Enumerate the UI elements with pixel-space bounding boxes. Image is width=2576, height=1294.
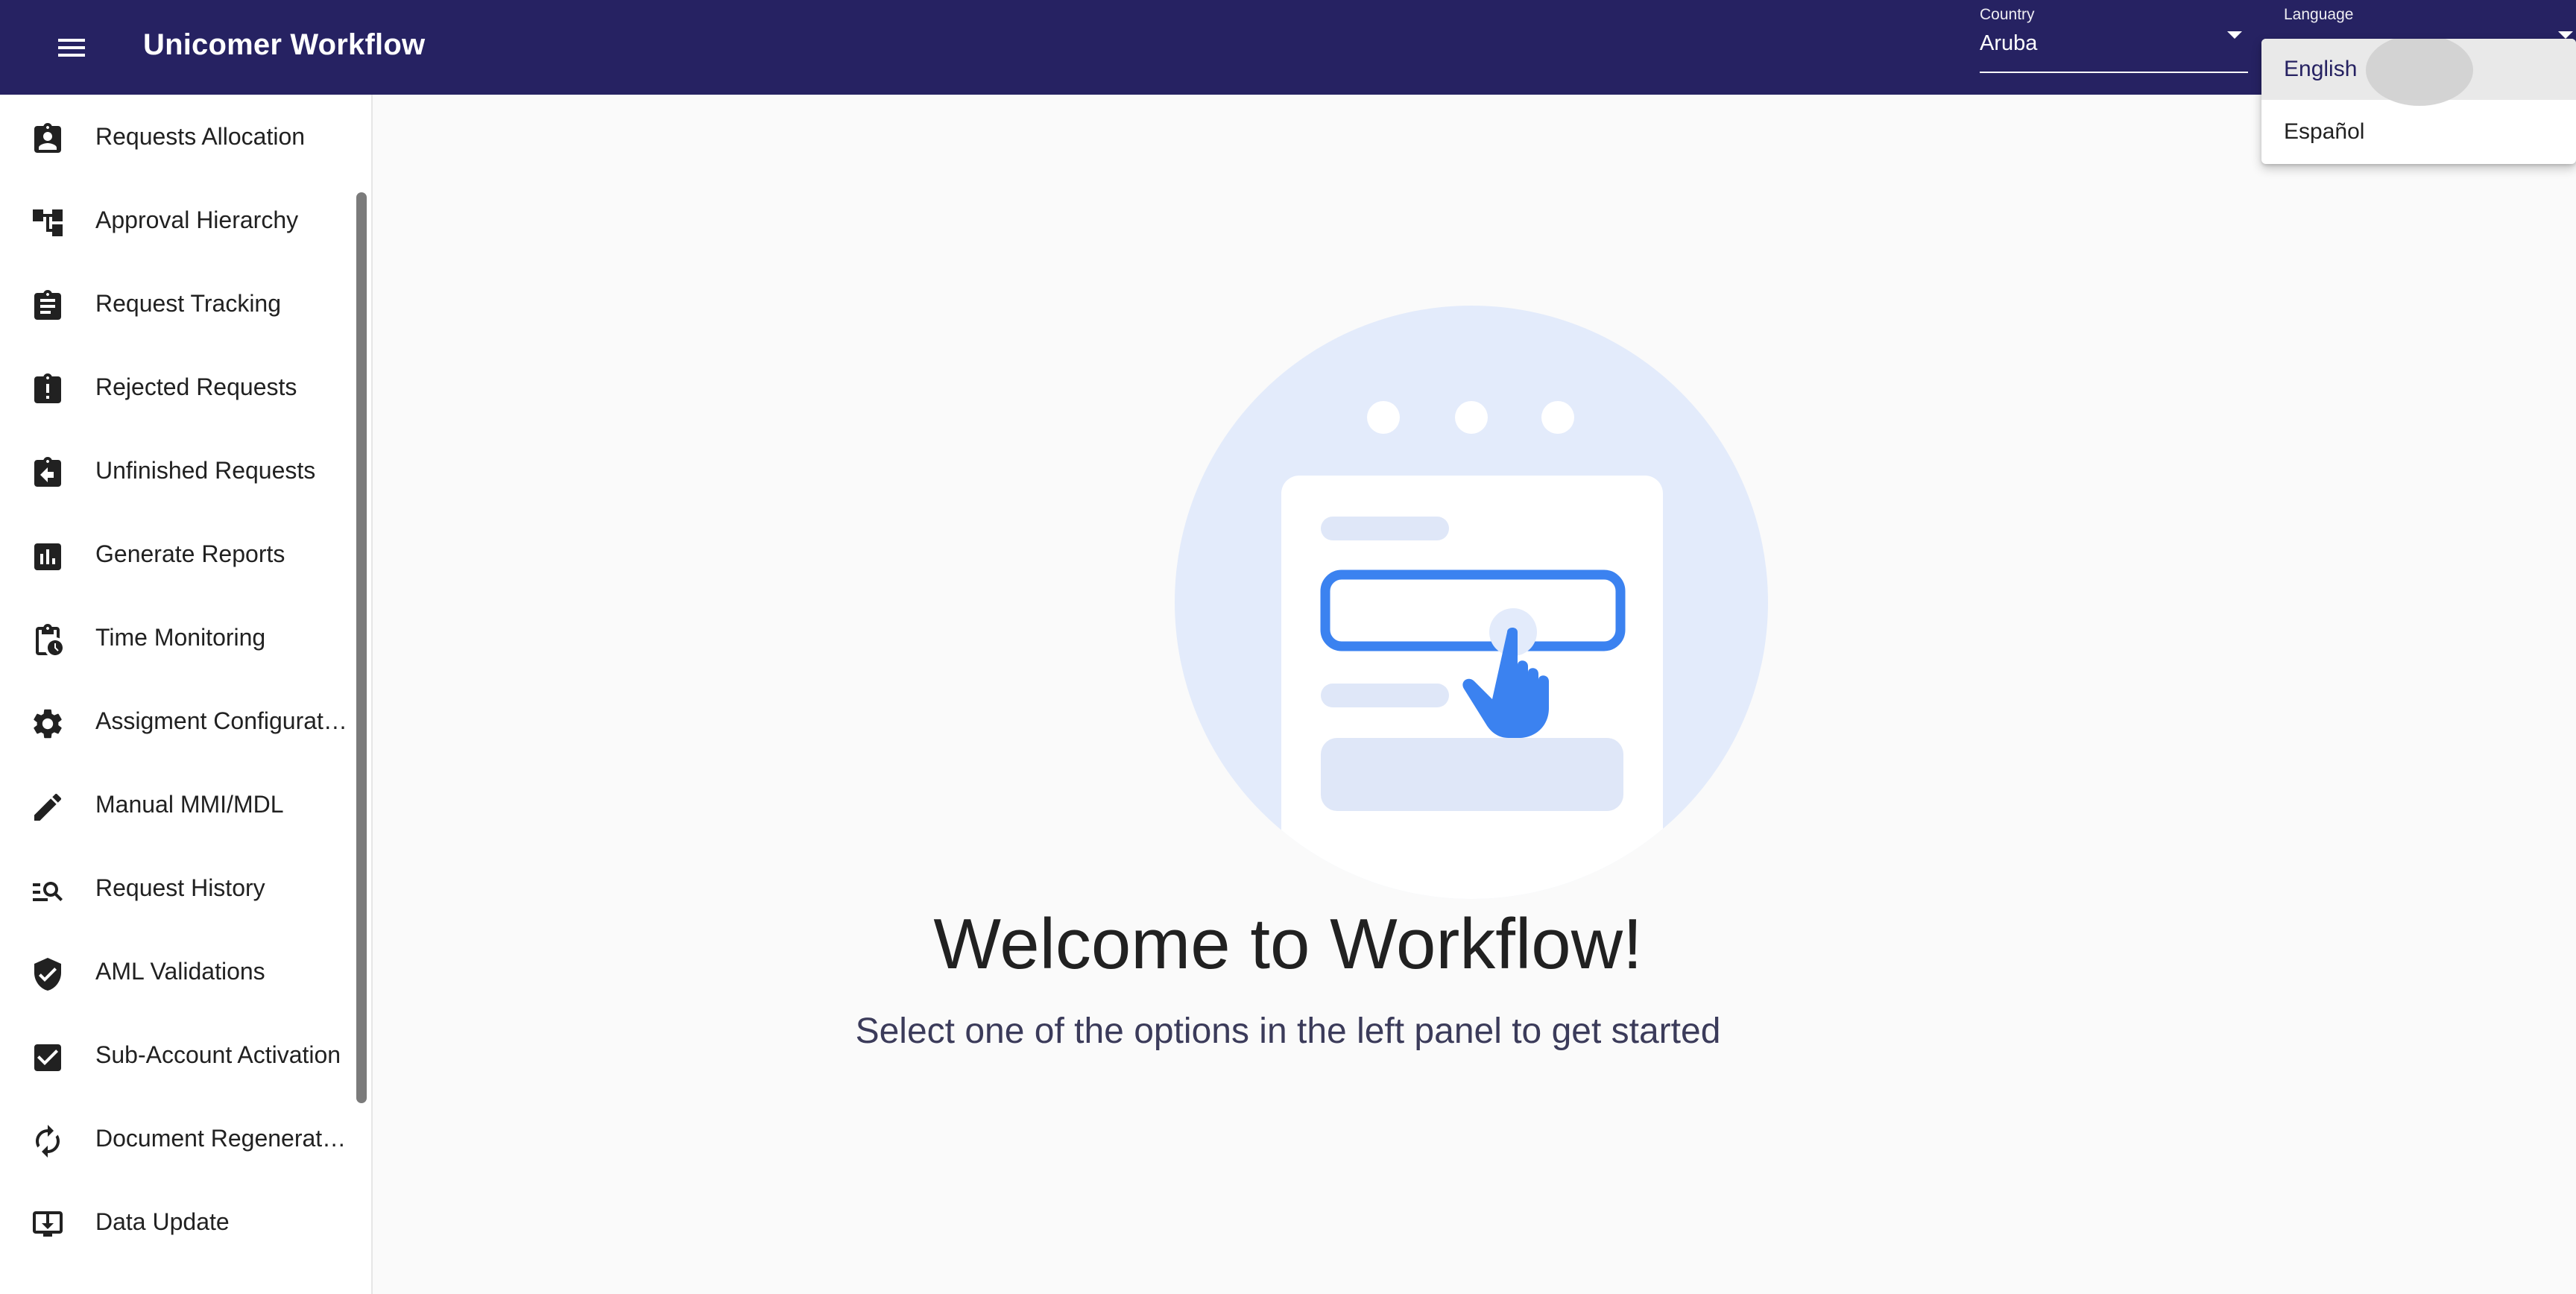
welcome-title: Welcome to Workflow! xyxy=(933,904,1643,984)
download-to-screen-icon xyxy=(30,1207,66,1243)
language-option-espanol[interactable]: Español xyxy=(2261,101,2576,162)
assignment-late-icon xyxy=(30,372,66,408)
sync-icon xyxy=(30,1123,66,1159)
app-bar: Unicomer Workflow Country Aruba Language xyxy=(0,0,2576,95)
sidebar-item-label: Request Tracking xyxy=(95,290,282,317)
sidebar-item-rejected-requests[interactable]: Rejected Requests xyxy=(0,345,355,429)
pending-actions-icon xyxy=(30,622,66,658)
assignment-icon xyxy=(30,288,66,324)
sidebar-item-data-update[interactable]: Data Update xyxy=(0,1180,355,1263)
language-option-label: English xyxy=(2284,57,2358,81)
country-label: Country xyxy=(1980,6,2035,23)
chevron-down-icon xyxy=(2227,31,2242,39)
sidebar-item-label: Time Monitoring xyxy=(95,624,266,651)
sidebar-item-request-tracking[interactable]: Request Tracking xyxy=(0,262,355,345)
sidebar-item-label: Document Regeneration xyxy=(95,1125,349,1152)
assignment-return-icon xyxy=(30,455,66,491)
app-title: Unicomer Workflow xyxy=(143,28,426,61)
sidebar-item-label: Data Update xyxy=(95,1208,230,1235)
sidebar-item-label: Requests Allocation xyxy=(95,123,306,150)
country-underline xyxy=(1980,72,2248,73)
sidebar-item-document-regeneration[interactable]: Document Regeneration xyxy=(0,1096,355,1180)
sidebar-item-label: Unfinished Requests xyxy=(95,457,316,484)
sidebar: Requests Allocation Approval Hierarchy R… xyxy=(0,95,373,1294)
language-label: Language xyxy=(2284,6,2354,23)
sidebar-item-approval-hierarchy[interactable]: Approval Hierarchy xyxy=(0,178,355,262)
country-value: Aruba xyxy=(1980,31,2038,55)
sidebar-item-time-monitoring[interactable]: Time Monitoring xyxy=(0,596,355,679)
welcome-illustration xyxy=(1175,306,1768,899)
welcome-subtitle: Select one of the options in the left pa… xyxy=(855,1011,1721,1051)
gear-icon xyxy=(30,706,66,742)
sidebar-item-label: Approval Hierarchy xyxy=(95,206,299,233)
language-dropdown-menu: English Español xyxy=(2261,39,2576,164)
chevron-down-icon xyxy=(2558,31,2573,39)
ripple-effect xyxy=(2366,39,2473,106)
hierarchy-icon xyxy=(30,205,66,241)
sidebar-item-label: Manual MMI/MDL xyxy=(95,791,284,818)
sidebar-item-label: Assigment Configuration xyxy=(95,707,349,734)
country-select[interactable]: Country Aruba xyxy=(1980,6,2248,73)
hamburger-menu-icon[interactable] xyxy=(51,31,92,64)
pencil-icon xyxy=(30,789,66,825)
language-option-english[interactable]: English xyxy=(2261,39,2576,106)
sidebar-item-manual-mmi-mdl[interactable]: Manual MMI/MDL xyxy=(0,763,355,846)
sidebar-item-assigment-configuration[interactable]: Assigment Configuration xyxy=(0,679,355,763)
sidebar-item-requests-allocation[interactable]: Requests Allocation xyxy=(0,95,355,178)
sidebar-item-label: Request History xyxy=(95,874,265,901)
sidebar-item-generate-reports[interactable]: Generate Reports xyxy=(0,512,355,596)
sidebar-item-label: Rejected Requests xyxy=(95,373,297,400)
assessment-icon xyxy=(30,539,66,575)
sidebar-item-label: Generate Reports xyxy=(95,540,285,567)
assignment-ind-icon xyxy=(30,121,66,157)
sidebar-item-unfinished-requests[interactable]: Unfinished Requests xyxy=(0,429,355,512)
language-option-label: Español xyxy=(2284,119,2365,144)
